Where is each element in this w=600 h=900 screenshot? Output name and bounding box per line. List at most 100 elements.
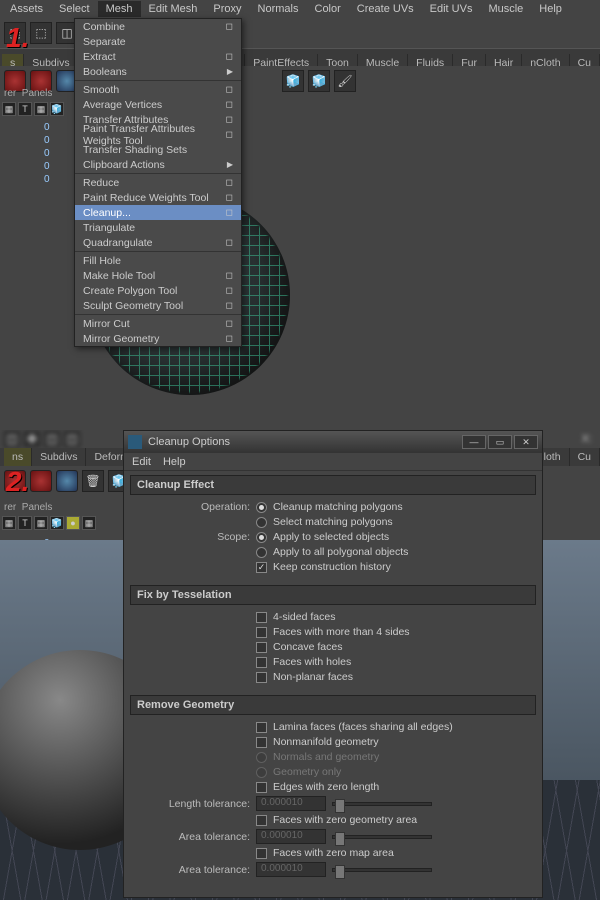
radio-select-matching[interactable] [256,517,267,528]
menu-item-triangulate[interactable]: Triangulate [75,220,241,235]
shelf-tab[interactable]: Subdivs [32,448,86,466]
check-concave-faces[interactable] [256,642,267,653]
menu-item-mirror-cut[interactable]: Mirror Cut◻ [75,316,241,331]
menu-item-mirror-geometry[interactable]: Mirror Geometry◻ [75,331,241,346]
option-box-icon[interactable]: ◻ [226,333,233,344]
shelf-icon[interactable]: 🧊 [308,70,330,92]
panel-btn[interactable]: T [18,102,32,116]
menu-item-clipboard-actions[interactable]: Clipboard Actions▶ [75,157,241,172]
dialog-menu-help[interactable]: Help [163,456,186,468]
check-keep-history[interactable] [256,562,267,573]
check-faces-with-more-than-4-sides[interactable] [256,627,267,638]
area-tol2-field[interactable]: 0.000010 [256,862,326,877]
option-box-icon[interactable]: ◻ [226,192,233,203]
area-tol-field[interactable]: 0.000010 [256,829,326,844]
check-non-planar-faces[interactable] [256,672,267,683]
panel-btn[interactable]: ● [66,516,80,530]
length-tol-slider[interactable] [332,802,432,806]
option-box-icon[interactable]: ◻ [226,84,233,95]
menu-item-fill-hole[interactable]: Fill Hole [75,253,241,268]
check-edges-zero[interactable] [256,782,267,793]
menu-muscle[interactable]: Muscle [480,1,531,17]
check-4-sided-faces[interactable] [256,612,267,623]
tool-icon[interactable]: ✥ [24,431,40,447]
option-box-icon[interactable]: ◻ [226,129,233,140]
dialog-menu-edit[interactable]: Edit [132,456,151,468]
shelf-tab[interactable]: Cu [570,448,600,466]
menu-item-make-hole-tool[interactable]: Make Hole Tool◻ [75,268,241,283]
shelf-icon[interactable]: 🧊 [282,70,304,92]
option-box-icon[interactable]: ◻ [226,51,233,62]
option-box-icon[interactable]: ◻ [226,207,233,218]
minimize-button[interactable]: — [462,435,486,449]
menu-item-quadrangulate[interactable]: Quadrangulate◻ [75,235,241,250]
menu-mesh[interactable]: Mesh [98,1,141,17]
close-button[interactable]: ✕ [514,435,538,449]
menu-item-paint-transfer-attributes-weights-tool[interactable]: Paint Transfer Attributes Weights Tool◻ [75,127,241,142]
shelf-icon[interactable] [30,470,52,492]
option-box-icon[interactable]: ◻ [226,237,233,248]
check-nonmanifold[interactable] [256,737,267,748]
menu-item-create-polygon-tool[interactable]: Create Polygon Tool◻ [75,283,241,298]
tool-icon[interactable]: ◫ [64,431,80,447]
section-heading[interactable]: Cleanup Effect [130,475,536,495]
panel-btn[interactable]: 🧊 [50,516,64,530]
menu-proxy[interactable]: Proxy [205,1,249,17]
shelf-icon[interactable]: 🖌 [334,70,356,92]
panel-btn[interactable]: T [18,516,32,530]
radio-apply-all[interactable] [256,547,267,558]
tool-icon[interactable]: ◫ [44,431,60,447]
radio-cleanup-matching[interactable] [256,502,267,513]
panel-btn[interactable]: ▦ [82,516,96,530]
check-lamina[interactable] [256,722,267,733]
menu-assets[interactable]: Assets [2,1,51,17]
length-tol-field[interactable]: 0.000010 [256,796,326,811]
panel-btn[interactable]: ▦ [34,102,48,116]
menu-item-combine[interactable]: Combine◻ [75,19,241,34]
area-tol-slider[interactable] [332,835,432,839]
menu-color[interactable]: Color [307,1,349,17]
menu-select[interactable]: Select [51,1,98,17]
panel-btn[interactable]: ▦ [2,102,16,116]
option-box-icon[interactable]: ◻ [226,21,233,32]
menu-help[interactable]: Help [531,1,570,17]
option-box-icon[interactable]: ◻ [226,177,233,188]
check-faces-zero-area[interactable] [256,815,267,826]
menu-edituvs[interactable]: Edit UVs [422,1,481,17]
menu-item-paint-reduce-weights-tool[interactable]: Paint Reduce Weights Tool◻ [75,190,241,205]
option-box-icon[interactable]: ◻ [226,114,233,125]
menu-item-smooth[interactable]: Smooth◻ [75,82,241,97]
shelf-icon[interactable] [56,470,78,492]
menu-item-reduce[interactable]: Reduce◻ [75,175,241,190]
menu-editmesh[interactable]: Edit Mesh [141,1,206,17]
option-box-icon[interactable]: ◻ [226,300,233,311]
cleanup-options-dialog: Cleanup Options — ▭ ✕ Edit Help Cleanup … [123,430,543,898]
menu-item-extract[interactable]: Extract◻ [75,49,241,64]
section-heading[interactable]: Remove Geometry [130,695,536,715]
menu-normals[interactable]: Normals [250,1,307,17]
panel-btn[interactable]: ▦ [34,516,48,530]
shelf-icon[interactable]: 🗑 [82,470,104,492]
maximize-button[interactable]: ▭ [488,435,512,449]
option-box-icon[interactable]: ◻ [226,270,233,281]
menu-item-cleanup[interactable]: Cleanup...◻ [75,205,241,220]
menu-createuvs[interactable]: Create UVs [349,1,422,17]
option-box-icon[interactable]: ◻ [226,285,233,296]
dialog-titlebar[interactable]: Cleanup Options — ▭ ✕ [124,431,542,453]
tool-icon[interactable]: ◫ [4,431,20,447]
shelf-tab[interactable]: ns [4,448,32,466]
menu-item-average-vertices[interactable]: Average Vertices◻ [75,97,241,112]
panel-btn[interactable]: 🧊 [50,102,64,116]
panel-btn[interactable]: ▦ [2,516,16,530]
menu-item-booleans[interactable]: Booleans▶ [75,64,241,79]
menu-item-sculpt-geometry-tool[interactable]: Sculpt Geometry Tool◻ [75,298,241,313]
tool-icon[interactable]: ⬚ [30,22,52,44]
option-box-icon[interactable]: ◻ [226,99,233,110]
radio-apply-selected[interactable] [256,532,267,543]
menu-item-separate[interactable]: Separate [75,34,241,49]
area-tol2-slider[interactable] [332,868,432,872]
check-faces-zero-map[interactable] [256,848,267,859]
option-box-icon[interactable]: ◻ [226,318,233,329]
section-heading[interactable]: Fix by Tesselation [130,585,536,605]
check-faces-with-holes[interactable] [256,657,267,668]
